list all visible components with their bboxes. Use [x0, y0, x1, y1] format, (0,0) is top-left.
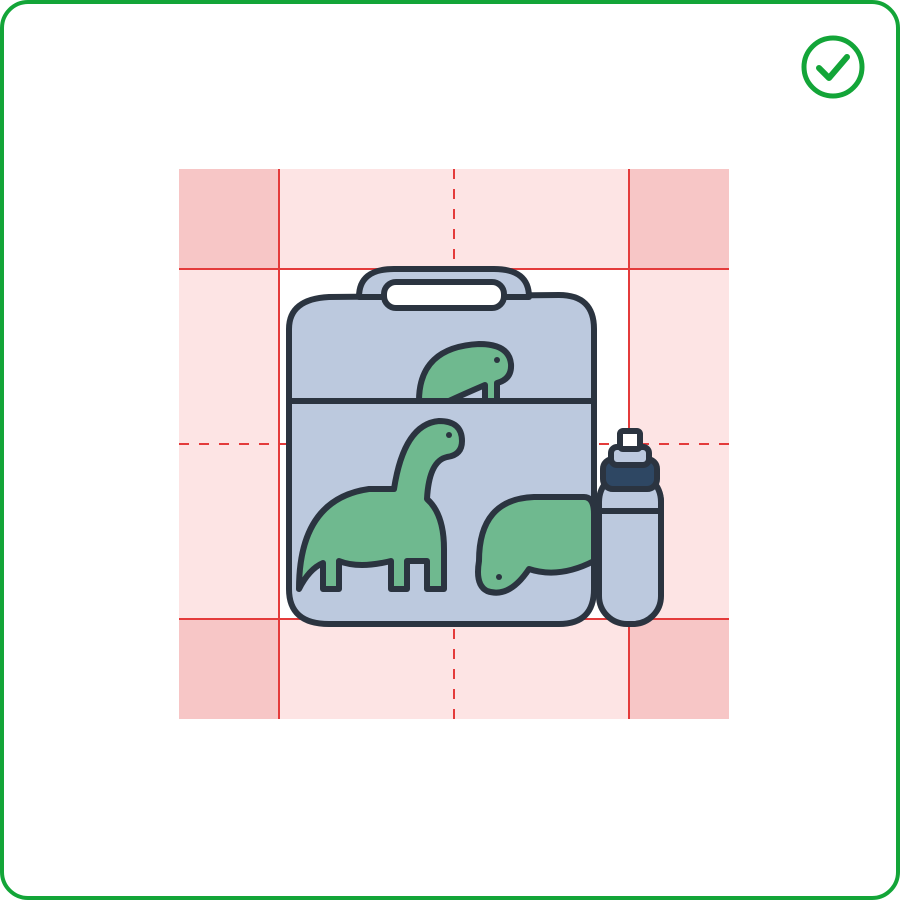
lunchbox-illustration [179, 169, 729, 719]
status-check-icon [800, 34, 866, 100]
guideline-example-card [0, 0, 900, 900]
composition-stage [179, 169, 729, 719]
water-bottle [599, 431, 661, 624]
